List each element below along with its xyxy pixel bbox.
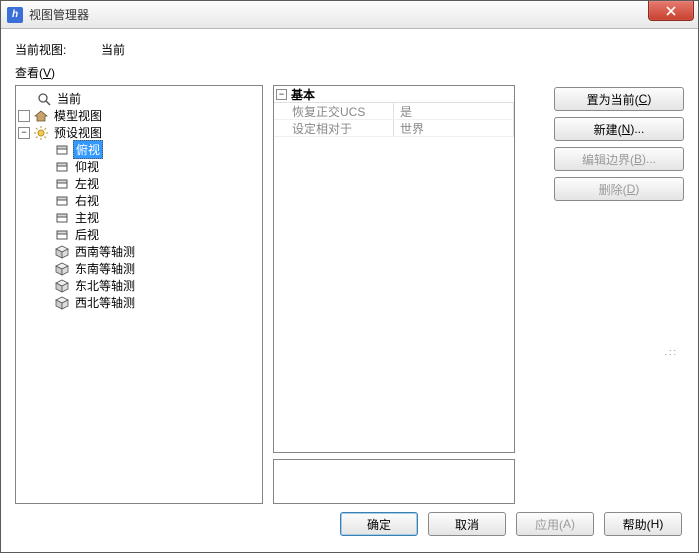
- cube-icon: [54, 278, 70, 294]
- tree-node-label: 当前: [55, 90, 83, 107]
- edit-bounds-button: 编辑边界(B)...: [554, 147, 684, 171]
- tree-node-label: 西南等轴测: [73, 243, 137, 260]
- expander-icon[interactable]: −: [18, 127, 30, 139]
- tree-node-label: 右视: [73, 192, 101, 209]
- properties-column: − 基本 恢复正交UCS是设定相对于世界: [273, 85, 515, 504]
- tree-node-label: 预设视图: [52, 124, 104, 141]
- current-view-value: 当前: [101, 41, 125, 58]
- box-icon: [54, 176, 70, 192]
- property-key: 设定相对于: [274, 120, 394, 136]
- house-icon: [33, 108, 49, 124]
- collapse-icon[interactable]: −: [276, 89, 287, 100]
- tree-node[interactable]: 左视: [36, 175, 260, 192]
- app-icon: h: [7, 7, 23, 23]
- set-current-button[interactable]: 置为当前(C): [554, 87, 684, 111]
- new-button[interactable]: 新建(N)...: [554, 117, 684, 141]
- tree-node[interactable]: 模型视图: [18, 107, 260, 124]
- tree-node[interactable]: 西北等轴测: [36, 294, 260, 311]
- tree-node[interactable]: 西南等轴测: [36, 243, 260, 260]
- dialog-footer: 确定 取消 应用(A) 帮助(H): [15, 504, 684, 544]
- tree-node[interactable]: 俯视: [36, 141, 260, 158]
- help-button[interactable]: 帮助(H): [604, 512, 682, 536]
- tree-node-label: 后视: [73, 226, 101, 243]
- box-icon: [54, 210, 70, 226]
- tree-node-label: 左视: [73, 175, 101, 192]
- view-tree[interactable]: 当前 模型视图 − 预设视图俯视仰视左视右视主视后视西南等轴测东南等轴测东北等轴测西…: [15, 85, 263, 504]
- view-manager-window: h 视图管理器 当前视图: 当前 查看(V) 当前 模型视图 − 预设视图俯视仰视左…: [0, 0, 699, 553]
- expander-icon[interactable]: [18, 110, 30, 122]
- close-button[interactable]: [648, 1, 694, 21]
- resize-grip-icon: .::: [664, 347, 678, 357]
- close-icon: [666, 6, 676, 16]
- sun-icon: [33, 125, 49, 141]
- tree-node[interactable]: 东北等轴测: [36, 277, 260, 294]
- client-area: 当前视图: 当前 查看(V) 当前 模型视图−预设视图俯视仰视左视右视主视后视西…: [1, 29, 698, 552]
- titlebar: h 视图管理器: [1, 1, 698, 29]
- property-key: 恢复正交UCS: [274, 103, 394, 119]
- tree-node[interactable]: 右视: [36, 192, 260, 209]
- current-view-row: 当前视图: 当前: [15, 41, 684, 58]
- side-buttons: 置为当前(C) 新建(N)... 编辑边界(B)... 删除(D) .::: [525, 85, 684, 504]
- tree-node-label: 东南等轴测: [73, 260, 137, 277]
- properties-group-header[interactable]: − 基本: [274, 86, 514, 103]
- properties-group-title: 基本: [291, 86, 315, 103]
- tree-node[interactable]: 东南等轴测: [36, 260, 260, 277]
- window-title: 视图管理器: [29, 6, 89, 23]
- tree-node-label: 主视: [73, 209, 101, 226]
- preview-pane: [273, 459, 515, 504]
- tree-node[interactable]: 仰视: [36, 158, 260, 175]
- cube-icon: [54, 244, 70, 260]
- tree-node[interactable]: 主视: [36, 209, 260, 226]
- tree-node[interactable]: 后视: [36, 226, 260, 243]
- box-icon: [54, 159, 70, 175]
- view-menu[interactable]: 查看(V): [15, 64, 684, 81]
- cancel-button[interactable]: 取消: [428, 512, 506, 536]
- tree-node-label: 东北等轴测: [73, 277, 137, 294]
- apply-button: 应用(A): [516, 512, 594, 536]
- tree-node-label: 西北等轴测: [73, 294, 137, 311]
- cube-icon: [54, 295, 70, 311]
- tree-node-label: 仰视: [73, 158, 101, 175]
- current-view-label: 当前视图:: [15, 41, 101, 58]
- property-row[interactable]: 设定相对于世界: [274, 120, 514, 137]
- tree-node-label: 俯视: [73, 140, 103, 159]
- box-icon: [54, 193, 70, 209]
- property-row[interactable]: 恢复正交UCS是: [274, 103, 514, 120]
- cube-icon: [54, 261, 70, 277]
- main-columns: 当前 模型视图 − 预设视图俯视仰视左视右视主视后视西南等轴测东南等轴测东北等轴测西…: [15, 85, 684, 504]
- box-icon: [54, 227, 70, 243]
- box-icon: [54, 142, 70, 158]
- ok-button[interactable]: 确定: [340, 512, 418, 536]
- tree-node[interactable]: 当前: [18, 90, 260, 107]
- property-value[interactable]: 世界: [394, 120, 514, 136]
- property-value[interactable]: 是: [394, 103, 514, 119]
- delete-button: 删除(D): [554, 177, 684, 201]
- tree-node[interactable]: − 预设视图俯视仰视左视右视主视后视西南等轴测东南等轴测东北等轴测西北等轴测: [18, 124, 260, 311]
- magnifier-icon: [36, 91, 52, 107]
- properties-grid[interactable]: − 基本 恢复正交UCS是设定相对于世界: [273, 85, 515, 453]
- tree-node-label: 模型视图: [52, 107, 104, 124]
